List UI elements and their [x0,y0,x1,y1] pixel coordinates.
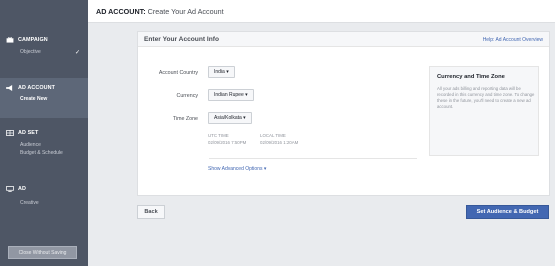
show-advanced-options-link[interactable]: Show Advanced Options ▾ [208,166,266,172]
close-without-saving-button[interactable]: Close Without Saving [8,246,77,259]
panel-title: Enter Your Account Info [144,36,219,43]
briefcase-icon [6,37,14,43]
grid-icon [6,130,14,136]
page-title-text: Create Your Ad Account [147,7,224,16]
divider [209,158,417,159]
sidebar-item-creative[interactable]: Creative [20,200,39,207]
timezone-select[interactable]: Asia/Kolkata ▾ [208,112,252,124]
currency-select[interactable]: Indian Rupee ▾ [208,89,254,101]
sidebar-item-audience[interactable]: Audience [20,142,41,149]
panel-header: Enter Your Account Info Help: Ad Account… [138,32,549,47]
currency-label: Currency [176,93,199,99]
back-button[interactable]: Back [137,205,165,219]
sidebar-item-budget-schedule[interactable]: Budget & Schedule [20,150,63,157]
page-header: AD ACCOUNT: Create Your Ad Account [88,0,555,23]
sidebar-label-campaign: CAMPAIGN [18,37,48,43]
sidebar-label-ad-account: AD ACCOUNT [18,85,56,91]
local-time-label: LOCAL TIME [260,133,286,138]
sidebar-item-create-new[interactable]: Create New [20,96,47,103]
timezone-label: Time Zone [172,116,198,122]
sidebar-label-ad-set: AD SET [18,130,39,136]
sidebar-section-ad[interactable]: AD Creative [0,180,88,220]
local-time-value: 02/09/2016 1:20AM [260,140,299,145]
page-title: AD ACCOUNT: Create Your Ad Account [96,7,224,16]
megaphone-icon [6,85,13,91]
country-label: Account Country [158,70,198,76]
info-title: Currency and Time Zone [437,74,505,80]
sidebar-section-campaign[interactable]: CAMPAIGN Objective ✓ [0,28,88,78]
country-select[interactable]: India ▾ [208,66,235,78]
set-audience-budget-button[interactable]: Set Audience & Budget [466,205,549,219]
help-link[interactable]: Help: Ad Account Overview [483,37,543,43]
sidebar-section-ad-account[interactable]: AD ACCOUNT Create New [0,78,88,118]
sidebar: CAMPAIGN Objective ✓ AD ACCOUNT Create N… [0,0,88,266]
account-info-panel: Enter Your Account Info Help: Ad Account… [137,31,550,196]
currency-info-box: Currency and Time Zone All your ads bill… [429,66,539,156]
utc-time-value: 02/09/2016 7:50PM [208,140,247,145]
sidebar-section-ad-set[interactable]: AD SET Audience Budget & Schedule [0,124,88,174]
info-text: All your ads billing and reporting data … [437,86,535,110]
sidebar-item-objective[interactable]: Objective [20,49,41,56]
check-icon: ✓ [74,50,80,56]
page-title-section: AD ACCOUNT: [96,7,146,16]
utc-time-label: UTC TIME [208,133,229,138]
monitor-icon [6,186,14,192]
sidebar-label-ad: AD [18,186,26,192]
